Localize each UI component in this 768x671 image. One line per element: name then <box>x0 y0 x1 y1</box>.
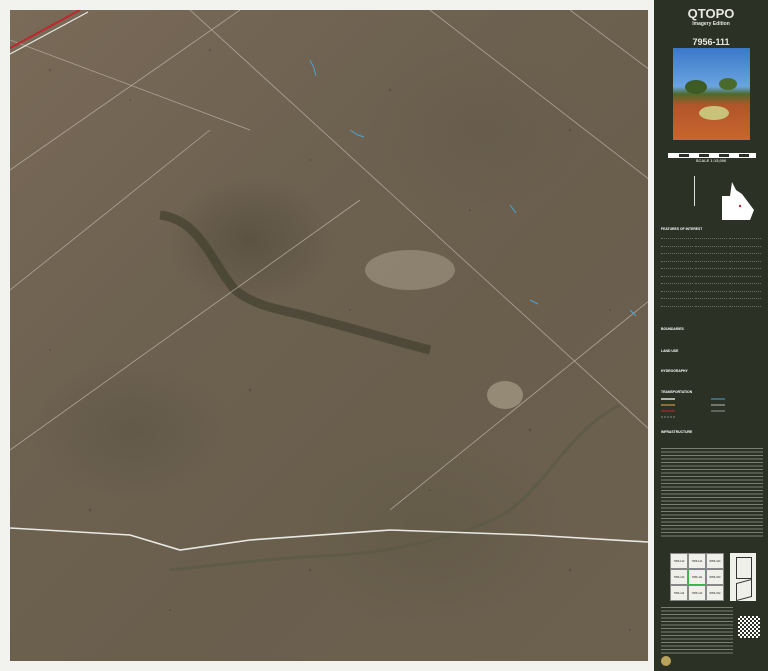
water-features <box>309 59 637 317</box>
photo-spinifex <box>699 106 729 120</box>
vegetation-texture <box>48 48 631 631</box>
legend-panel: QTOPO Imagery Edition 7956-111 SCALE 1:1… <box>654 0 768 671</box>
legend-row <box>729 256 761 262</box>
legend-column-3 <box>729 233 761 308</box>
index-sheet-cell[interactable]: 7956-113 <box>670 569 688 585</box>
legend-row <box>729 233 761 239</box>
queensland-government-logo <box>661 656 671 666</box>
legend-row <box>729 286 761 292</box>
legend-row <box>661 293 693 299</box>
index-sheet-cell[interactable]: 7956-121 <box>688 553 706 569</box>
legend-row <box>729 248 761 254</box>
creek-channel <box>169 403 621 572</box>
index-sheet-cell[interactable]: 8056-444 <box>706 553 724 569</box>
map-frame <box>0 0 654 671</box>
index-sheet-cell[interactable]: 8056-332 <box>706 585 724 601</box>
qr-code[interactable] <box>738 616 760 638</box>
grid-north-diagram <box>694 176 717 206</box>
legend-row <box>661 256 693 262</box>
legend-row <box>729 293 761 299</box>
railway <box>10 10 89 55</box>
legend-row <box>695 241 727 247</box>
bare-ground-patch <box>487 381 523 409</box>
cover-photo <box>673 48 750 140</box>
legend-column-1 <box>661 233 693 308</box>
product-subtitle: Imagery Edition <box>692 21 730 27</box>
section-land-use: LAND USE <box>661 349 679 353</box>
section-transportation: TRANSPORTATION <box>661 390 693 394</box>
section-boundaries: BOUNDARIES <box>661 327 684 331</box>
map-features-layer <box>10 10 648 631</box>
section-infrastructure: INFRASTRUCTURE <box>661 430 693 434</box>
legend-row <box>695 278 727 284</box>
legend-column-2 <box>695 233 727 308</box>
legend-row <box>661 271 693 277</box>
legend-symbols <box>661 233 763 315</box>
adjoining-sheet-index: 7956-122 7956-121 8056-444 7956-113 7956… <box>670 553 724 601</box>
legend-row <box>729 241 761 247</box>
map-sheet-id: 7956-111 <box>692 37 730 47</box>
index-sheet-cell[interactable]: 8056-333 <box>706 569 724 585</box>
legend-row <box>695 263 727 269</box>
index-sheet-cell[interactable]: 7956-112 <box>688 585 706 601</box>
index-sheet-cell[interactable]: 7956-122 <box>670 553 688 569</box>
tracks <box>10 10 648 511</box>
legend-row <box>661 241 693 247</box>
photo-tree <box>685 80 707 94</box>
photo-tree <box>719 78 737 90</box>
legend-row <box>695 256 727 262</box>
legend-row <box>661 263 693 269</box>
legend-row <box>729 271 761 277</box>
legend-line-samples <box>661 398 725 418</box>
legend-row <box>695 301 727 307</box>
folding-diagram <box>730 553 756 602</box>
legend-row <box>695 271 727 277</box>
legend-row <box>729 301 761 307</box>
legend-row <box>695 248 727 254</box>
main-road <box>10 527 648 551</box>
cleared-area <box>365 250 455 290</box>
product-title: QTOPO <box>687 6 735 21</box>
legend-row <box>729 278 761 284</box>
legend-row <box>661 248 693 254</box>
legend-row <box>729 263 761 269</box>
index-sheet-cell[interactable]: 7956-114 <box>670 585 688 601</box>
legend-row <box>695 286 727 292</box>
legend-row <box>661 233 693 239</box>
legend-heading: FEATURES OF INTEREST <box>661 227 703 231</box>
section-hydrography: HYDROGRAPHY <box>661 369 688 373</box>
legend-row <box>661 278 693 284</box>
notes-text-block <box>661 448 763 538</box>
index-sheet-current[interactable]: 7956-111 <box>688 569 706 585</box>
footer-text-block <box>661 607 733 655</box>
scale-label: SCALE 1:15,000 <box>695 158 727 163</box>
aerial-imagery-map[interactable] <box>10 10 648 661</box>
legend-row <box>695 293 727 299</box>
queensland-locator-map <box>722 182 754 220</box>
legend-row <box>661 301 693 307</box>
legend-row <box>661 286 693 292</box>
legend-row <box>695 233 727 239</box>
